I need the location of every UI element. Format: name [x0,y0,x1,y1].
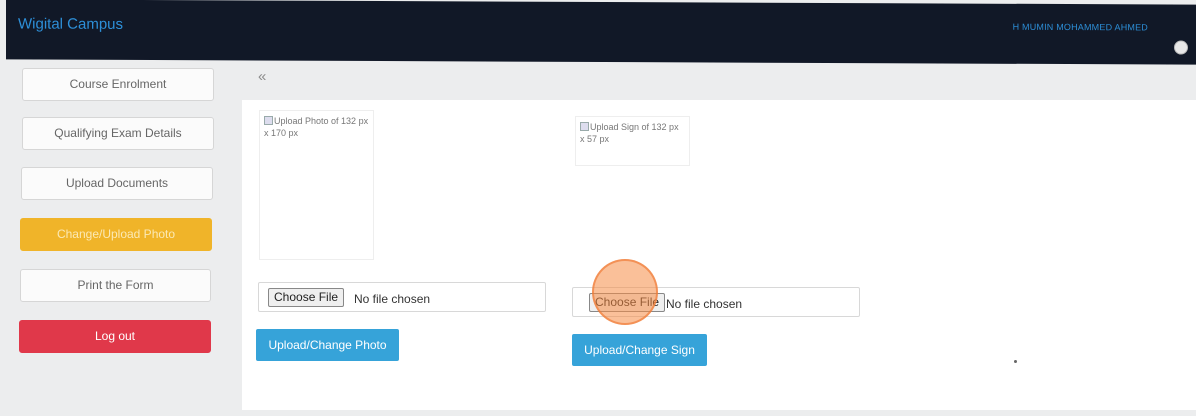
photo-preview: Upload Photo of 132 px x 170 px [259,110,374,260]
photo-file-status: No file chosen [354,292,431,306]
screen-speck [1014,360,1017,363]
double-chevron-left-icon[interactable]: « [258,68,266,85]
user-avatar-icon[interactable] [1174,40,1188,55]
upload-panel [242,100,1196,410]
broken-image-icon [264,116,273,125]
photo-choose-file-button[interactable]: Choose File [268,288,345,307]
top-navbar: Wigital Campus H MUMIN MOHAMMED AHMED [6,0,1196,65]
sign-file-status: No file chosen [666,297,743,311]
sidebar-item-change-upload-photo[interactable]: Change/Upload Photo [20,218,212,251]
upload-change-photo-button[interactable]: Upload/Change Photo [256,329,399,361]
photo-file-input[interactable]: Choose File No file chosen [258,282,546,312]
upload-change-sign-button[interactable]: Upload/Change Sign [572,334,707,366]
sidebar-item-upload-documents[interactable]: Upload Documents [21,167,213,200]
sidebar-item-course-enrolment[interactable]: Course Enrolment [22,68,214,101]
photo-placeholder-text: Upload Photo of 132 px x 170 px [264,116,369,138]
sign-choose-file-button[interactable]: Choose File [589,293,666,312]
user-name[interactable]: H MUMIN MOHAMMED AHMED [1013,22,1148,33]
logout-button[interactable]: Log out [19,320,211,353]
sidebar: Course Enrolment Qualifying Exam Details… [0,62,232,416]
broken-image-icon [580,122,589,131]
sidebar-item-qualifying-exam-details[interactable]: Qualifying Exam Details [22,117,214,150]
brand-logo-text[interactable]: Wigital Campus [18,15,123,32]
sign-preview: Upload Sign of 132 px x 57 px [575,116,690,166]
sidebar-item-print-form[interactable]: Print the Form [20,269,211,302]
sign-file-input[interactable]: Choose File No file chosen [572,287,860,317]
sign-placeholder-text: Upload Sign of 132 px x 57 px [580,122,679,144]
